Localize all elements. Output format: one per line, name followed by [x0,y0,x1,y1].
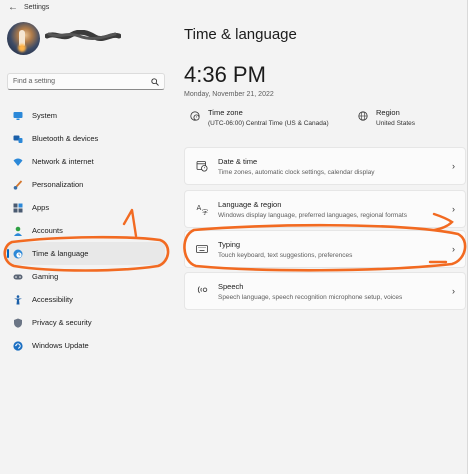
chevron-right-icon: › [452,204,455,214]
sidebar-item-label: Accounts [32,226,63,235]
time-zone-label: Time zone [208,108,243,117]
page-title: Time & language [184,26,297,43]
sidebar-item-label: Bluetooth & devices [32,134,99,143]
region-value: United States [376,120,416,127]
search-icon[interactable] [151,78,159,86]
sidebar-item-label: System [32,111,58,120]
typing-card[interactable]: Typing Touch keyboard, text suggestions,… [184,230,466,268]
accessibility-icon [13,294,23,305]
monitor-icon [13,111,23,121]
time-zone-info: Time zone (UTC-06:00) Central Time (US &… [190,108,329,127]
brush-icon [13,179,23,190]
avatar[interactable] [7,22,40,55]
shield-icon [13,318,23,328]
card-title: Typing [218,239,241,249]
chevron-right-icon: › [452,244,455,254]
current-date: Monday, November 21, 2022 [184,91,274,98]
app-title: Settings [24,3,50,11]
svg-text:字: 字 [202,209,208,216]
svg-text:A: A [197,204,202,212]
rocket-flame [18,44,26,52]
card-subtitle: Time zones, automatic clock settings, ca… [218,168,375,176]
sidebar-item-gaming[interactable]: Gaming [7,265,165,288]
card-subtitle: Touch keyboard, text suggestions, prefer… [218,251,353,259]
wifi-icon [13,157,23,167]
settings-window: ← Settings System Bluetooth & devices [0,0,468,474]
language-icon: A字 [196,203,209,216]
title-bar: ← Settings [0,0,468,14]
chevron-right-icon: › [452,161,455,171]
sidebar-item-privacy-security[interactable]: Privacy & security [7,311,165,334]
controller-icon [13,272,23,282]
globe-icon [358,111,368,121]
bluetooth-icon [13,134,23,144]
sidebar-item-time-language[interactable]: Time & language [7,242,165,265]
apps-icon [13,203,23,213]
sidebar-item-windows-update[interactable]: Windows Update [7,334,165,357]
sidebar-item-apps[interactable]: Apps [7,196,165,219]
card-title: Date & time [218,156,258,166]
card-subtitle: Speech language, speech recognition micr… [218,293,403,301]
chevron-right-icon: › [452,286,455,296]
card-title: Speech [218,281,244,291]
region-label: Region [376,108,400,117]
sidebar-item-accounts[interactable]: Accounts [7,219,165,242]
search-box[interactable] [7,73,165,90]
sidebar-item-label: Gaming [32,272,59,281]
update-icon [13,340,23,351]
sidebar-item-label: Accessibility [32,295,73,304]
sidebar-item-personalization[interactable]: Personalization [7,173,165,196]
sidebar-item-bluetooth[interactable]: Bluetooth & devices [7,127,165,150]
sidebar-item-label: Personalization [32,180,84,189]
sidebar-item-label: Privacy & security [32,318,92,327]
sidebar-item-label: Windows Update [32,341,89,350]
speech-card[interactable]: Speech Speech language, speech recogniti… [184,272,466,310]
redacted-user-name [45,30,121,42]
date-time-card[interactable]: Date & time Time zones, automatic clock … [184,147,466,185]
microphone-icon [196,285,208,297]
card-subtitle: Windows display language, preferred lang… [218,211,407,219]
sidebar-item-label: Apps [32,203,50,212]
keyboard-icon [196,243,208,255]
back-arrow-icon[interactable]: ← [6,1,20,13]
sidebar-nav: System Bluetooth & devices Network & int… [7,104,165,357]
globe-clock-icon [190,111,200,121]
calendar-clock-icon [196,160,208,172]
sidebar-item-label: Time & language [32,249,89,258]
sidebar-item-accessibility[interactable]: Accessibility [7,288,165,311]
sidebar-item-system[interactable]: System [7,104,165,127]
language-region-card[interactable]: A字 Language & region Windows display lan… [184,190,466,228]
globe-clock-icon [13,249,23,259]
sidebar-item-network[interactable]: Network & internet [7,150,165,173]
current-time: 4:36 PM [184,62,266,87]
time-zone-value: (UTC-06:00) Central Time (US & Canada) [208,120,329,127]
sidebar-item-label: Network & internet [32,157,94,166]
person-icon [13,226,23,236]
card-title: Language & region [218,199,282,209]
search-input[interactable] [8,78,143,85]
region-info: Region United States [358,108,415,127]
